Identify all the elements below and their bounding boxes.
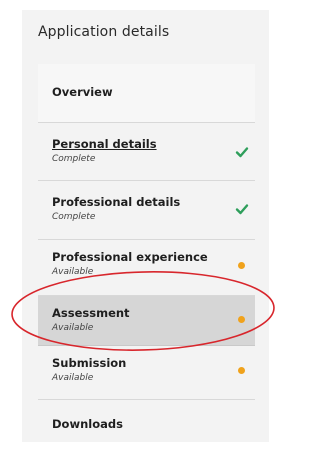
nav-item-assessment[interactable]: Assessment Available	[38, 296, 255, 346]
nav-item-label: Overview	[52, 85, 113, 99]
nav-item-status: Available	[52, 373, 94, 383]
nav-item-status: Complete	[52, 154, 96, 164]
nav-item-label: Assessment	[52, 306, 130, 320]
nav-item-status: Available	[52, 267, 94, 277]
nav-item-submission[interactable]: Submission Available	[38, 346, 255, 400]
nav-item-label: Submission	[52, 356, 127, 370]
status-dot-icon	[238, 367, 245, 374]
nav-item-label: Personal details	[52, 137, 157, 151]
status-dot-icon	[238, 316, 245, 323]
check-icon	[235, 204, 249, 215]
check-icon	[235, 147, 249, 158]
nav-item-status: Available	[52, 323, 94, 333]
nav-item-label: Professional experience	[52, 250, 208, 264]
nav-item-professional-details[interactable]: Professional details Complete	[38, 181, 255, 240]
nav-item-professional-experience[interactable]: Professional experience Available	[38, 240, 255, 296]
nav-item-overview[interactable]: Overview	[38, 64, 255, 123]
nav-item-label: Professional details	[52, 195, 181, 209]
status-dot-icon	[238, 262, 245, 269]
panel-title: Application details	[38, 24, 170, 40]
nav-item-label: Downloads	[52, 417, 123, 431]
nav-item-status: Complete	[52, 212, 96, 222]
application-details-panel: Application details Overview Personal de…	[22, 10, 269, 442]
nav-item-downloads[interactable]: Downloads	[38, 400, 255, 448]
nav-item-personal-details[interactable]: Personal details Complete	[38, 123, 255, 181]
